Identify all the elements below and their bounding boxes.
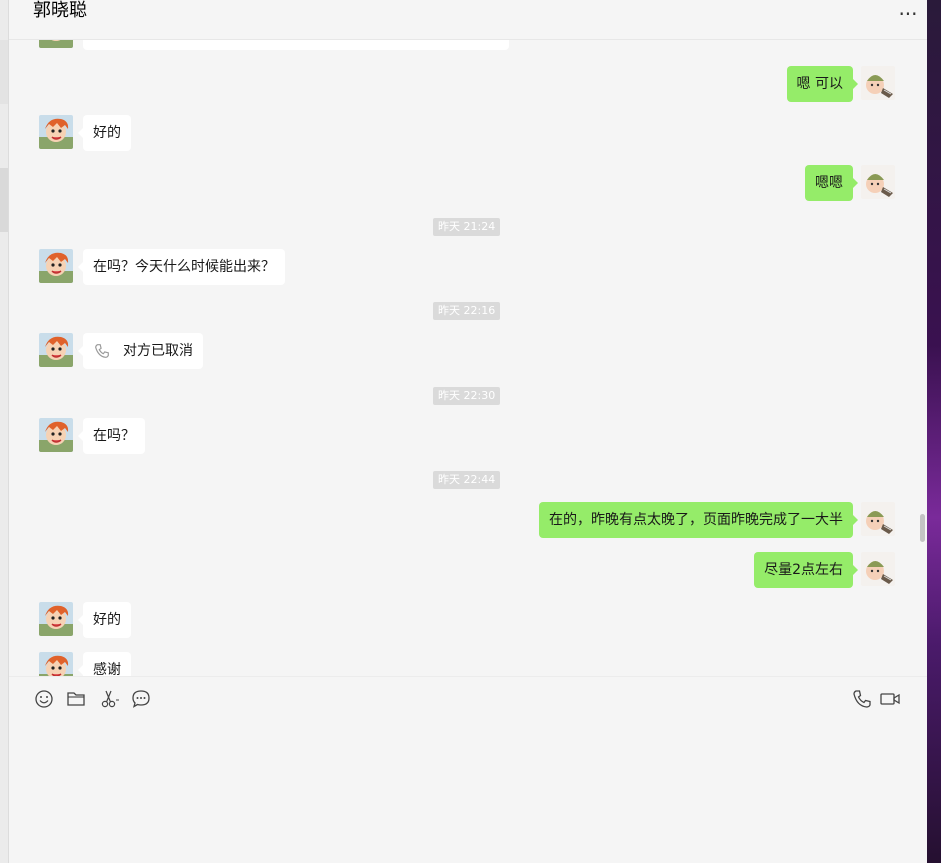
contact-avatar[interactable] bbox=[39, 115, 73, 149]
phone-icon bbox=[93, 333, 113, 369]
message-list[interactable]: 嗯 可以 好的 嗯嗯 昨天 21:24 在吗？今天什么时候能出来？ 昨天 22:… bbox=[9, 40, 927, 676]
contact-avatar-image bbox=[39, 115, 73, 149]
message-list-scrollbar[interactable] bbox=[920, 514, 925, 542]
contact-avatar-image bbox=[39, 40, 73, 48]
message-bubble[interactable]: 感谢 bbox=[78, 652, 131, 676]
message-bubble[interactable]: 在吗？ bbox=[78, 418, 145, 454]
input-divider bbox=[9, 676, 927, 677]
message-bubble[interactable]: 好的 bbox=[78, 115, 131, 151]
sidebar-edge-segment-selected bbox=[0, 168, 8, 232]
timestamp: 昨天 22:44 bbox=[433, 471, 501, 489]
desktop-background-edge bbox=[927, 0, 941, 863]
folder-icon[interactable] bbox=[65, 688, 87, 710]
my-avatar-image bbox=[861, 165, 895, 199]
call-record-bubble[interactable]: 对方已取消 bbox=[78, 333, 203, 369]
my-avatar-image bbox=[861, 502, 895, 536]
scissors-icon[interactable] bbox=[99, 688, 121, 710]
chat-pane: 郭晓聪 ··· 嗯 可以 好的 嗯嗯 昨天 21:24 在吗？今天什么时候能出来… bbox=[9, 0, 927, 863]
contact-avatar[interactable] bbox=[39, 652, 73, 676]
message-bubble[interactable]: 嗯嗯 bbox=[805, 165, 858, 201]
my-avatar[interactable] bbox=[861, 165, 895, 199]
emoji-icon[interactable] bbox=[33, 688, 55, 710]
message-bubble[interactable] bbox=[83, 40, 509, 50]
message-bubble[interactable]: 在吗？今天什么时候能出来？ bbox=[78, 249, 285, 285]
message-bubble[interactable]: 嗯 可以 bbox=[786, 66, 859, 102]
contact-avatar[interactable] bbox=[39, 40, 73, 48]
chat-history-icon[interactable] bbox=[130, 688, 152, 710]
call-status-text: 对方已取消 bbox=[123, 343, 193, 359]
my-avatar[interactable] bbox=[861, 552, 895, 586]
contact-avatar-image bbox=[39, 333, 73, 367]
contact-avatar-image bbox=[39, 249, 73, 283]
my-avatar-image bbox=[861, 66, 895, 100]
chat-header: 郭晓聪 ··· bbox=[9, 0, 927, 40]
my-avatar[interactable] bbox=[861, 502, 895, 536]
contact-avatar[interactable] bbox=[39, 418, 73, 452]
voice-call-icon[interactable] bbox=[851, 688, 873, 710]
message-bubble[interactable]: 尽量2点左右 bbox=[754, 552, 858, 588]
contact-avatar-image bbox=[39, 652, 73, 676]
timestamp: 昨天 22:30 bbox=[433, 387, 501, 405]
message-bubble[interactable]: 好的 bbox=[78, 602, 131, 638]
input-toolbar bbox=[9, 684, 927, 714]
contact-name: 郭晓聪 bbox=[33, 0, 87, 21]
message-input[interactable] bbox=[9, 716, 927, 863]
my-avatar-image bbox=[861, 552, 895, 586]
my-avatar[interactable] bbox=[861, 66, 895, 100]
video-call-icon[interactable] bbox=[879, 688, 901, 710]
left-sidebar-edge bbox=[0, 0, 9, 863]
contact-avatar[interactable] bbox=[39, 602, 73, 636]
contact-avatar-image bbox=[39, 418, 73, 452]
more-dots-icon[interactable]: ··· bbox=[897, 2, 919, 26]
contact-avatar[interactable] bbox=[39, 249, 73, 283]
contact-avatar-image bbox=[39, 602, 73, 636]
message-bubble[interactable]: 在的，昨晚有点太晚了，页面昨晚完成了一大半 bbox=[539, 502, 858, 538]
timestamp: 昨天 21:24 bbox=[433, 218, 501, 236]
contact-avatar[interactable] bbox=[39, 333, 73, 367]
timestamp: 昨天 22:16 bbox=[433, 302, 501, 320]
sidebar-edge-segment bbox=[0, 40, 8, 104]
